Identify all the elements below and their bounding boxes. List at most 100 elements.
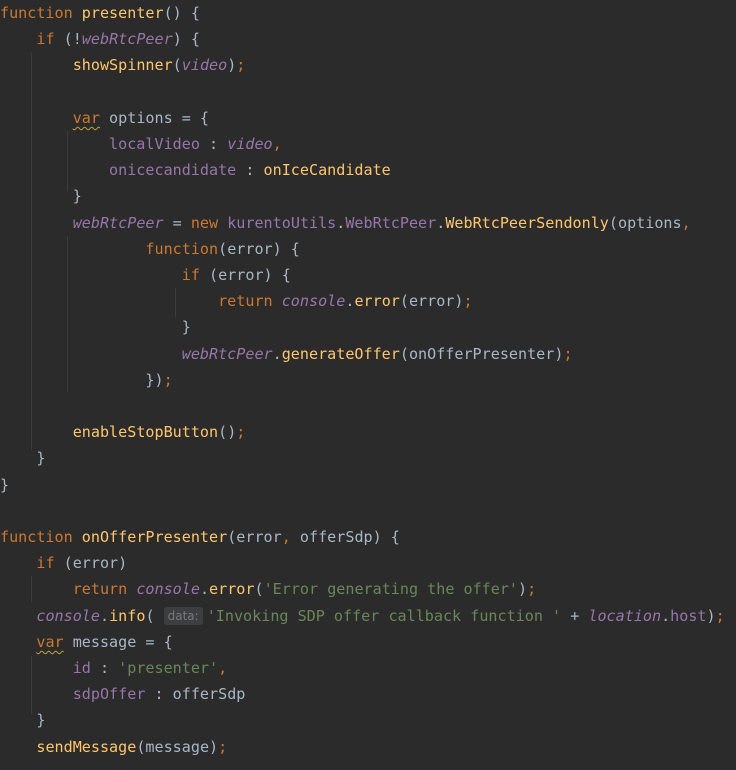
code-line[interactable]: });	[0, 367, 172, 393]
code-line[interactable]: var options = {	[0, 105, 209, 131]
code-token: return	[218, 292, 282, 311]
code-token: if	[36, 30, 64, 49]
code-token: kurentoUtils	[227, 213, 337, 232]
code-line[interactable]: }	[0, 314, 191, 340]
code-editor[interactable]: function presenter() { if (!webRtcPeer) …	[0, 0, 736, 770]
code-token: webRtcPeer	[81, 30, 173, 49]
code-token: )	[518, 580, 528, 599]
code-token: location	[588, 606, 662, 625]
code-token: :	[90, 659, 119, 677]
code-token: }	[72, 187, 82, 206]
code-line[interactable]: enableStopButton();	[0, 419, 246, 445]
code-token: ;	[563, 344, 573, 363]
code-line[interactable]: function(error) {	[0, 236, 300, 262]
code-token: : offerSdp	[145, 685, 246, 704]
code-token: console	[36, 606, 100, 625]
code-line[interactable]: }	[0, 472, 9, 498]
code-line[interactable]: }	[0, 707, 45, 733]
code-line[interactable]: if (error) {	[0, 262, 291, 288]
code-token: sendMessage	[36, 737, 137, 756]
code-token: function	[0, 528, 82, 546]
code-token: (error) {	[209, 266, 291, 284]
code-token: error	[209, 580, 255, 599]
code-token: (	[145, 606, 164, 625]
code-token: ;	[463, 292, 473, 311]
code-line[interactable]: webRtcPeer = new kurentoUtils.WebRtcPeer…	[0, 210, 691, 236]
code-token: generateOffer	[281, 344, 400, 363]
code-token: ;	[218, 737, 228, 756]
code-token: .	[436, 213, 446, 232]
code-token: )	[227, 56, 237, 75]
code-token: enableStopButton	[72, 423, 219, 442]
code-line[interactable]: sdpOffer : offerSdp	[0, 681, 246, 707]
code-token: function	[0, 4, 82, 22]
code-token: new	[190, 213, 228, 232]
code-token: (	[172, 56, 182, 75]
code-token: (error) {	[218, 239, 300, 258]
code-token: }	[36, 449, 46, 468]
code-token: }	[0, 475, 10, 494]
code-token: ;	[715, 606, 725, 625]
code-token: :	[236, 161, 264, 180]
code-token: (	[254, 580, 264, 599]
code-token: ) {	[172, 30, 200, 49]
code-token: return	[72, 580, 137, 599]
code-line[interactable]: return console.error(error);	[0, 288, 473, 314]
code-token: () {	[163, 4, 200, 22]
code-token: ;	[236, 423, 246, 442]
code-token: ,	[218, 659, 228, 677]
code-token: video	[227, 135, 273, 153]
code-token: (error)	[63, 554, 128, 573]
code-token: showSpinner	[72, 56, 173, 75]
code-token: ;	[236, 56, 246, 75]
code-line[interactable]: console.info( data: 'Invoking SDP offer c…	[0, 603, 725, 629]
code-token: }	[36, 711, 46, 730]
code-token: (onOfferPresenter)	[399, 344, 564, 363]
code-token: =	[163, 213, 191, 232]
code-token: offerSdp) {	[299, 528, 400, 546]
code-token: +	[561, 606, 589, 625]
code-token: (!	[63, 30, 82, 49]
code-line[interactable]: localVideo : video,	[0, 131, 282, 157]
code-line[interactable]: }	[0, 445, 45, 471]
code-token: 'Error generating the offer'	[263, 580, 519, 599]
code-token: if	[181, 266, 210, 284]
code-line[interactable]: var message = {	[0, 629, 173, 655]
code-token: sdpOffer	[72, 685, 146, 704]
code-line[interactable]: return console.error('Error generating t…	[0, 576, 537, 602]
code-line[interactable]: }	[0, 183, 82, 209]
code-token: ()	[218, 423, 237, 442]
code-token: host	[670, 606, 707, 625]
code-line[interactable]: onicecandidate : onIceCandidate	[0, 157, 391, 183]
code-line[interactable]: id : 'presenter',	[0, 655, 228, 681]
code-line[interactable]: sendMessage(message);	[0, 734, 227, 760]
code-line[interactable]: if (error)	[0, 550, 127, 576]
code-token: video	[181, 56, 228, 75]
code-token: var	[36, 632, 64, 651]
code-token: ,	[281, 528, 300, 546]
code-token: .	[661, 606, 671, 625]
code-line[interactable]: webRtcPeer.generateOffer(onOfferPresente…	[0, 341, 573, 367]
code-line[interactable]: showSpinner(video);	[0, 52, 246, 78]
code-token: ,	[681, 213, 691, 232]
code-token: message = {	[63, 632, 173, 651]
code-line[interactable]: if (!webRtcPeer) {	[0, 26, 200, 52]
code-token: WebRtcPeer	[345, 213, 437, 232]
code-line[interactable]: function presenter() {	[0, 0, 200, 26]
code-token: .	[272, 344, 282, 363]
code-line[interactable]: function onOfferPresenter(error, offerSd…	[0, 524, 400, 550]
